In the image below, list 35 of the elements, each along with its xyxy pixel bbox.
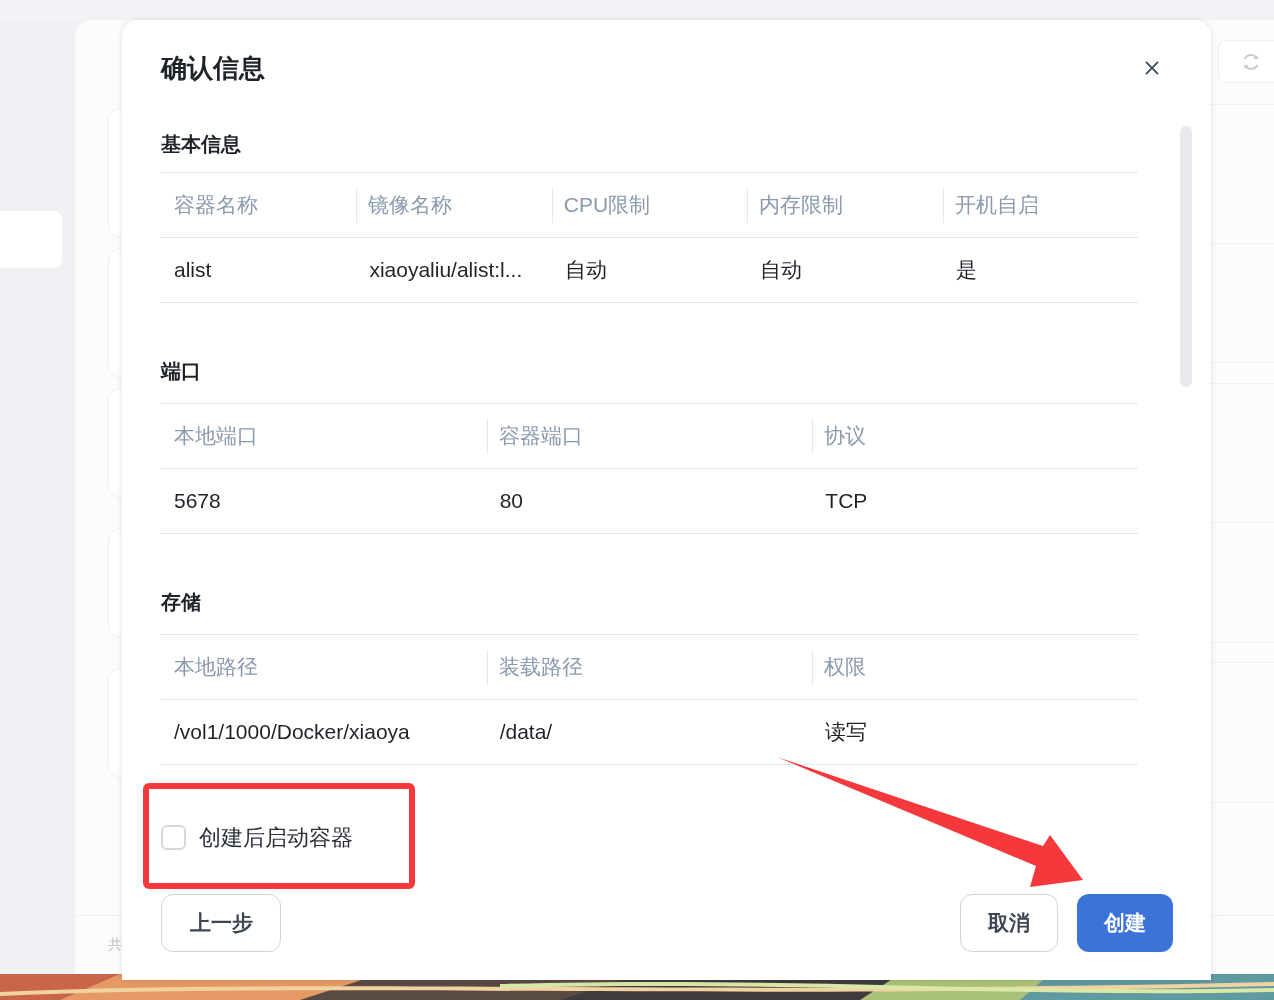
table-cell-text: 80 — [499, 488, 523, 515]
table-cell-text: /vol1/1000/Docker/xiaoya — [174, 719, 410, 746]
section-heading: 基本信息 — [161, 132, 241, 157]
column-header: 权限 — [824, 654, 867, 681]
table-cell-text: /data/ — [499, 719, 553, 746]
table-cell-text: 读写 — [825, 719, 868, 746]
column-header: 内存限制 — [759, 192, 844, 219]
checkbox-label[interactable]: 创建后启动容器 — [199, 820, 353, 854]
table-cell-text: 是 — [955, 257, 977, 284]
column-header: 本地端口 — [174, 423, 258, 450]
column-header: CPU限制 — [563, 192, 651, 219]
cancel-button[interactable]: 取消 — [960, 894, 1058, 952]
section-heading: 存储 — [161, 589, 201, 615]
column-header: 镜像名称 — [368, 192, 453, 219]
table-cell-text: TCP — [825, 488, 868, 515]
column-header: 协议 — [824, 423, 867, 450]
column-header: 容器名称 — [174, 192, 258, 219]
footer-text: 共 — [108, 935, 122, 954]
section-heading: 端口 — [161, 358, 201, 384]
column-header: 容器端口 — [498, 423, 583, 450]
table-cell-text: 自动 — [564, 257, 607, 284]
table-cell-text: alist — [174, 257, 212, 284]
table-cell-text: 自动 — [760, 257, 803, 284]
column-header: 本地路径 — [174, 654, 258, 681]
create-button[interactable]: 创建 — [1077, 894, 1173, 952]
checkbox[interactable] — [161, 824, 186, 850]
dialog-title: 确认信息 — [161, 51, 265, 85]
refresh-icon — [1241, 51, 1261, 72]
column-header: 开机自启 — [954, 192, 1039, 219]
column-header: 装载路径 — [498, 654, 583, 681]
close-icon — [1144, 60, 1160, 76]
table-cell-text: 5678 — [174, 488, 221, 515]
table-cell-text: xiaoyaliu/alist:l... — [369, 257, 523, 284]
refresh-button[interactable] — [1218, 40, 1274, 83]
back-button[interactable]: 上一步 — [161, 894, 281, 952]
